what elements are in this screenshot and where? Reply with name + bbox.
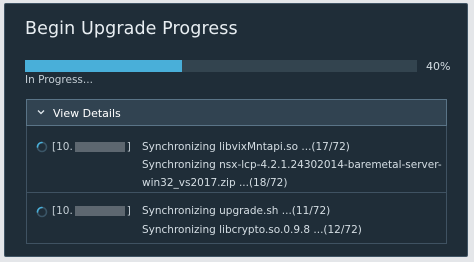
host-suffix: ] xyxy=(126,141,131,153)
upgrade-progress-dialog: Begin Upgrade Progress 40% In Progress..… xyxy=(4,3,468,257)
progress-bar xyxy=(25,60,417,72)
host-address: [10.] xyxy=(52,141,131,153)
spinner-icon xyxy=(36,206,48,218)
details-panel: [10.] Synchronizing libvixMntapi.so ...(… xyxy=(26,126,447,244)
chevron-down-icon xyxy=(37,110,45,115)
host-address: [10.] xyxy=(52,205,131,217)
sync-line: Synchronizing upgrade.sh ...(11/72) xyxy=(142,205,331,217)
redacted-ip xyxy=(74,142,125,152)
progress-percent: 40% xyxy=(426,60,451,73)
view-details-label: View Details xyxy=(53,107,121,120)
sync-line: Synchronizing libcrypto.so.0.9.8 ...(12/… xyxy=(142,224,362,236)
dialog-title: Begin Upgrade Progress xyxy=(25,19,238,39)
sync-line: Synchronizing libvixMntapi.so ...(17/72) xyxy=(142,141,350,153)
host-suffix: ] xyxy=(126,205,131,217)
spinner-icon xyxy=(36,141,48,153)
progress-bar-fill xyxy=(25,60,182,72)
host-prefix: [10. xyxy=(52,141,73,153)
view-details-toggle[interactable]: View Details xyxy=(26,99,447,126)
redacted-ip xyxy=(74,206,125,216)
host-prefix: [10. xyxy=(52,205,73,217)
sync-line: win32_vs2017.zip ...(18/72) xyxy=(142,177,288,189)
row-divider xyxy=(27,192,446,193)
progress-status: In Progress... xyxy=(25,74,93,86)
sync-line: Synchronizing nsx-lcp-4.2.1.24302014-bar… xyxy=(142,159,442,171)
